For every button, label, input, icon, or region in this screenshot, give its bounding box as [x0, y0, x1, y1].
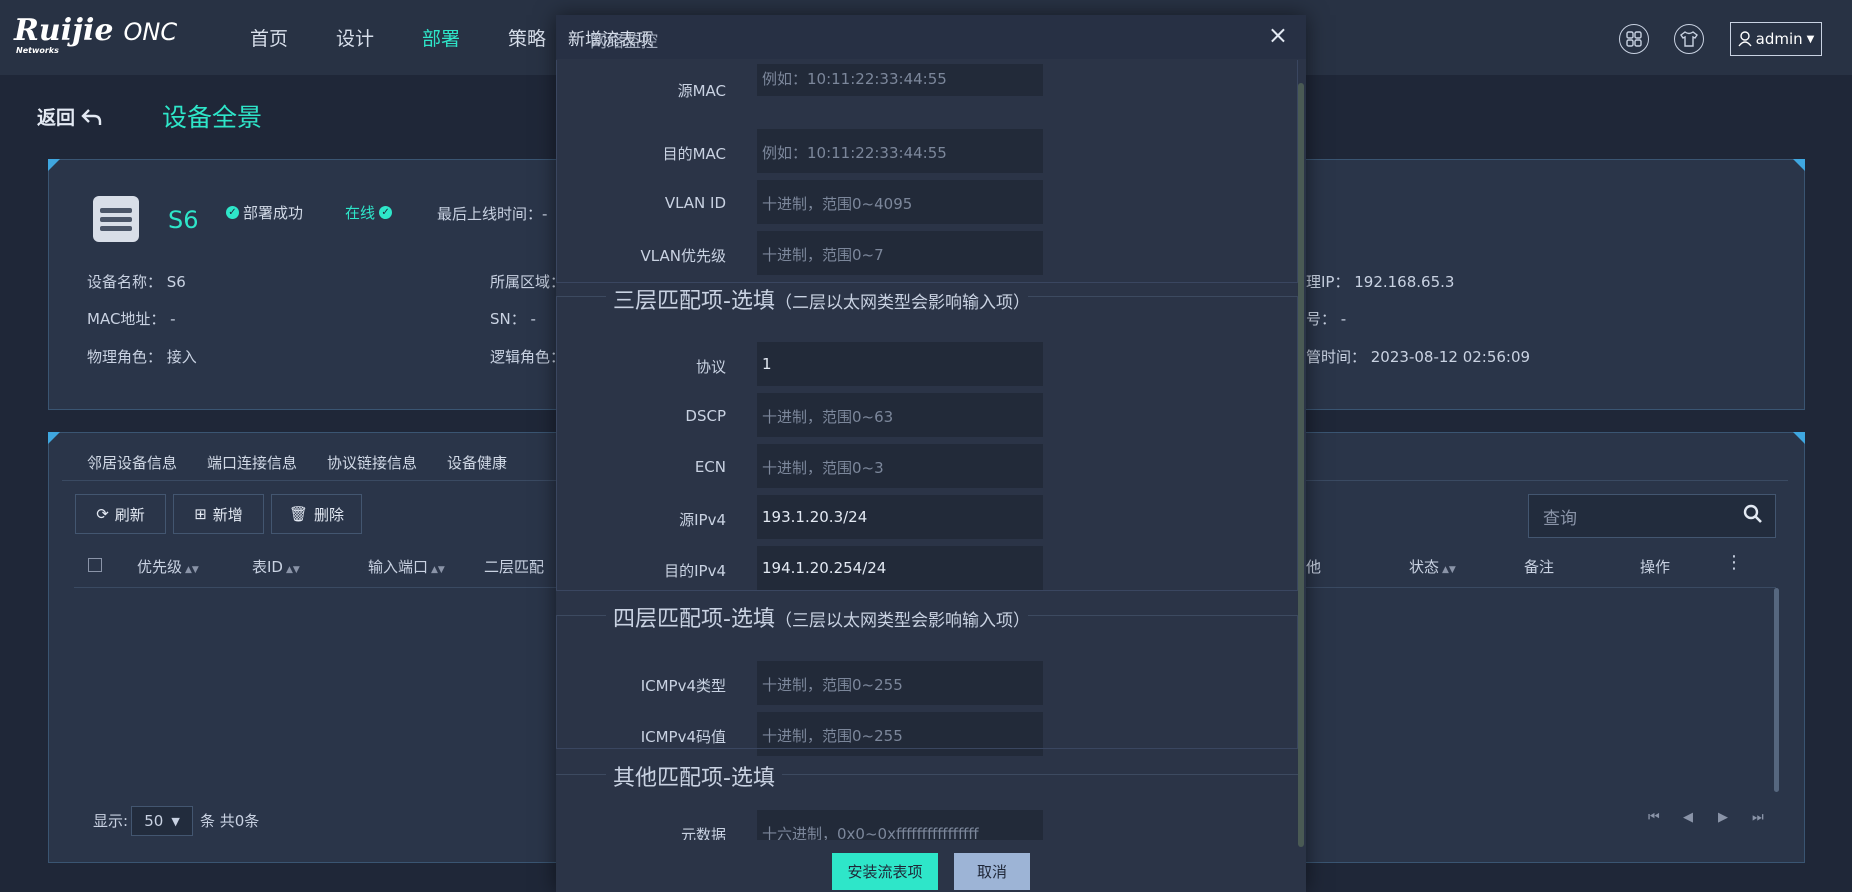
field-role: 物理角色： 接入 — [87, 348, 197, 366]
logo-text: Ruijie — [14, 13, 114, 48]
return-arrow-icon — [81, 108, 102, 125]
device-name: S6 — [168, 206, 199, 234]
main-nav: 首页 设计 部署 策略 — [250, 24, 594, 51]
tab-device-health[interactable]: 设备健康 — [447, 452, 507, 473]
field-managed-time: 管时间： 2023-08-12 02:56:09 — [1306, 348, 1531, 366]
user-menu[interactable]: admin ▼ — [1730, 22, 1822, 56]
nav-design[interactable]: 设计 — [336, 24, 374, 51]
prev-page-icon[interactable]: ◀ — [1683, 810, 1693, 825]
nav-deploy[interactable]: 部署 — [422, 24, 460, 51]
field-logic-role: 逻辑角色： — [490, 348, 566, 366]
page-size-select[interactable]: 50 ▼ — [131, 806, 193, 836]
refresh-button[interactable]: ⟳ 刷新 — [75, 494, 166, 534]
search-icon[interactable] — [1743, 504, 1763, 524]
l3-section-box — [556, 296, 1298, 591]
dialog-body: 源MAC 例如：10:11:22:33:44:55 目的MAC 例如：10:11… — [556, 60, 1306, 840]
logo-subtext: Networks — [16, 46, 59, 55]
product-name: ONC — [123, 18, 178, 46]
tab-port-connection[interactable]: 端口连接信息 — [207, 452, 297, 473]
metadata-input[interactable]: 十六进制，0x0~0xffffffffffffffff — [757, 810, 1043, 840]
chevron-down-icon: ▼ — [171, 814, 180, 828]
delete-label: 删除 — [314, 505, 345, 524]
user-name: admin — [1755, 30, 1803, 48]
next-page-icon[interactable]: ▶ — [1718, 810, 1728, 825]
col-l2-match: 二层匹配 — [484, 558, 545, 576]
user-icon — [1738, 31, 1752, 47]
chevron-down-icon: ▼ — [1806, 33, 1815, 45]
refresh-icon: ⟳ — [96, 505, 109, 523]
other-section-title: 其他匹配项-选填 — [613, 766, 775, 791]
tab-protocol-link[interactable]: 协议链接信息 — [327, 452, 417, 473]
field-sn: SN： - — [490, 310, 536, 328]
col-other: 他 — [1306, 558, 1322, 576]
close-icon[interactable]: × — [1268, 21, 1288, 49]
delete-button[interactable]: 🗑 删除 — [271, 494, 362, 534]
last-online-time: 最后上线时间：- — [437, 205, 548, 223]
check-circle-icon: ✓ — [226, 206, 239, 219]
page-title: 设备全景 — [162, 103, 263, 132]
page-size-value: 50 — [144, 812, 164, 830]
field-model: 号： - — [1306, 310, 1347, 328]
field-mac: MAC地址： - — [87, 310, 176, 328]
page-size-label: 显示: — [93, 812, 129, 830]
nav-policy[interactable]: 策略 — [508, 24, 546, 51]
deploy-status: ✓ 部署成功 — [226, 202, 303, 223]
add-flow-entry-dialog: 新增流表项 网络监控 × 源MAC 例如：10:11:22:33:44:55 目… — [556, 15, 1306, 892]
search-input[interactable]: 查询 — [1528, 494, 1776, 538]
col-action: 操作 — [1640, 558, 1671, 576]
col-remark: 备注 — [1524, 558, 1555, 576]
first-page-icon[interactable]: ⏮ — [1648, 810, 1660, 825]
field-mgmt-ip: 理IP： 192.168.65.3 — [1306, 273, 1455, 291]
table-scrollbar[interactable] — [1774, 588, 1779, 792]
theme-shirt-icon[interactable] — [1674, 24, 1704, 54]
add-label: 新增 — [212, 505, 243, 524]
l4-section-box — [556, 615, 1298, 749]
dialog-scrollbar[interactable] — [1298, 83, 1304, 847]
brand-logo[interactable]: Ruijie Networks ONC — [14, 13, 178, 56]
online-check-icon: ✓ — [379, 206, 393, 219]
trash-icon: 🗑 — [288, 505, 309, 523]
nav-home[interactable]: 首页 — [250, 24, 288, 51]
add-file-icon: ⊞ — [194, 505, 207, 523]
col-input-port[interactable]: 输入端口 ▲▼ — [368, 556, 445, 576]
back-button[interactable]: 返回 — [37, 103, 103, 130]
col-status[interactable]: 状态 ▲▼ — [1409, 556, 1456, 576]
install-flow-button[interactable]: 安装流表项 — [832, 853, 938, 890]
field-area: 所属区域： — [490, 273, 566, 291]
sort-icon: ▲▼ — [285, 565, 300, 575]
add-button[interactable]: ⊞ 新增 — [173, 494, 264, 534]
sort-icon: ▲▼ — [185, 565, 199, 575]
col-priority[interactable]: 优先级 ▲▼ — [137, 556, 199, 576]
label-metadata: 元数据 — [680, 826, 726, 840]
tab-neighbor[interactable]: 邻居设备信息 — [87, 452, 177, 473]
dialog-title-overlay: 网络监控 — [590, 32, 658, 52]
online-status: 在线 ✓ — [345, 202, 393, 223]
online-status-text: 在线 — [345, 204, 376, 222]
col-table-id[interactable]: 表ID ▲▼ — [252, 556, 300, 576]
switch-device-icon — [93, 196, 139, 242]
cancel-button[interactable]: 取消 — [954, 853, 1030, 890]
dialog-footer: 安装流表项 取消 — [556, 844, 1306, 892]
field-device-name: 设备名称： S6 — [87, 273, 186, 291]
back-label: 返回 — [37, 107, 76, 129]
last-page-icon[interactable]: ⏭ — [1752, 810, 1764, 825]
total-count: 条 共0条 — [200, 812, 260, 830]
tab-bar: 邻居设备信息 端口连接信息 协议链接信息 设备健康 — [87, 452, 537, 473]
sort-icon: ▲▼ — [431, 565, 445, 575]
refresh-label: 刷新 — [114, 505, 145, 524]
l2-section-box — [556, 60, 1298, 283]
search-placeholder: 查询 — [1543, 508, 1577, 529]
column-settings-icon[interactable]: ⋮ — [1725, 552, 1743, 573]
deploy-status-text: 部署成功 — [243, 204, 304, 222]
select-all-checkbox[interactable] — [88, 558, 102, 572]
sort-icon: ▲▼ — [1442, 565, 1456, 575]
dialog-header: 新增流表项 网络监控 × — [556, 15, 1306, 59]
apps-grid-icon[interactable] — [1619, 24, 1649, 54]
